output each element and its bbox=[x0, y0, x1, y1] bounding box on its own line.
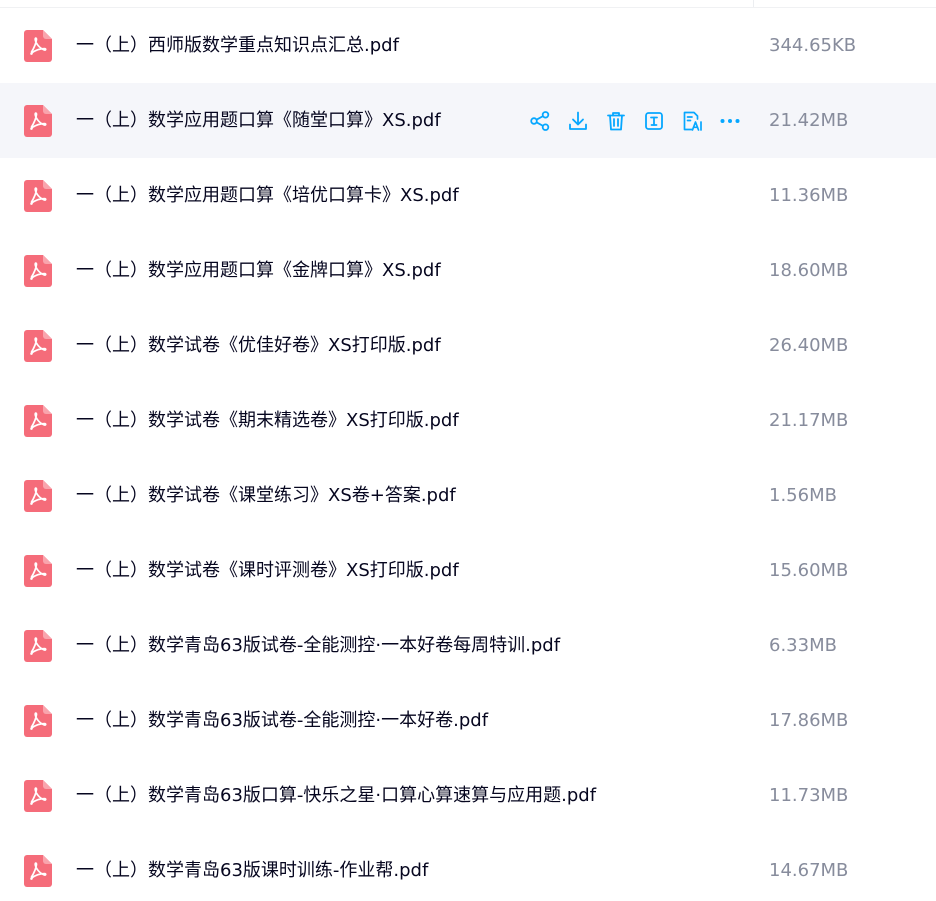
file-size: 6.33MB bbox=[769, 635, 837, 656]
file-size: 21.17MB bbox=[769, 410, 849, 431]
file-size: 344.65KB bbox=[769, 35, 857, 56]
more-icon bbox=[719, 110, 741, 132]
file-name[interactable]: 一（上）数学试卷《课堂练习》XS卷+答案.pdf bbox=[76, 458, 456, 533]
file-row[interactable]: 一（上）数学试卷《期末精选卷》XS打印版.pdf 21.17MB bbox=[0, 383, 936, 458]
file-name[interactable]: 一（上）数学青岛63版试卷-全能测控·一本好卷.pdf bbox=[76, 683, 488, 758]
file-row[interactable]: 一（上）数学试卷《课堂练习》XS卷+答案.pdf 1.56MB bbox=[0, 458, 936, 533]
pdf-icon bbox=[24, 255, 52, 287]
file-row[interactable]: 一（上）数学试卷《优佳好卷》XS打印版.pdf 26.40MB bbox=[0, 308, 936, 383]
file-name[interactable]: 一（上）数学应用题口算《培优口算卡》XS.pdf bbox=[76, 158, 459, 233]
file-name[interactable]: 一（上）西师版数学重点知识点汇总.pdf bbox=[76, 8, 399, 83]
file-size: 14.67MB bbox=[769, 860, 849, 881]
file-size: 1.56MB bbox=[769, 485, 837, 506]
file-name[interactable]: 一（上）数学青岛63版口算-快乐之星·口算心算速算与应用题.pdf bbox=[76, 758, 596, 833]
file-row[interactable]: 一（上）数学青岛63版试卷-全能测控·一本好卷.pdf 17.86MB bbox=[0, 683, 936, 758]
file-row[interactable]: 一（上）数学青岛63版口算-快乐之星·口算心算速算与应用题.pdf 11.73M… bbox=[0, 758, 936, 833]
share-button[interactable] bbox=[527, 108, 553, 134]
delete-icon bbox=[605, 110, 627, 132]
pdf-icon bbox=[24, 555, 52, 587]
file-row[interactable]: 一（上）数学青岛63版课时训练-作业帮.pdf 14.67MB bbox=[0, 833, 936, 901]
pdf-icon bbox=[24, 30, 52, 62]
share-icon bbox=[529, 110, 551, 132]
file-name[interactable]: 一（上）数学试卷《优佳好卷》XS打印版.pdf bbox=[76, 308, 441, 383]
delete-button[interactable] bbox=[603, 108, 629, 134]
pdf-icon bbox=[24, 405, 52, 437]
file-name[interactable]: 一（上）数学青岛63版课时训练-作业帮.pdf bbox=[76, 833, 428, 901]
file-name[interactable]: 一（上）数学应用题口算《随堂口算》XS.pdf bbox=[76, 83, 441, 158]
pdf-icon bbox=[24, 480, 52, 512]
ai-read-button[interactable] bbox=[679, 108, 705, 134]
pdf-icon bbox=[24, 330, 52, 362]
pdf-icon bbox=[24, 105, 52, 137]
file-row[interactable]: 一（上）数学应用题口算《随堂口算》XS.pdf 21.42MB bbox=[0, 83, 936, 158]
extract-text-button[interactable] bbox=[641, 108, 667, 134]
file-size: 18.60MB bbox=[769, 260, 849, 281]
file-row[interactable]: 一（上）数学青岛63版试卷-全能测控·一本好卷每周特训.pdf 6.33MB bbox=[0, 608, 936, 683]
file-row[interactable]: 一（上）数学应用题口算《培优口算卡》XS.pdf 11.36MB bbox=[0, 158, 936, 233]
file-row[interactable]: 一（上）西师版数学重点知识点汇总.pdf 344.65KB bbox=[0, 8, 936, 83]
pdf-icon bbox=[24, 630, 52, 662]
file-size: 17.86MB bbox=[769, 710, 849, 731]
file-list: 一（上）西师版数学重点知识点汇总.pdf 344.65KB 一（上）数学应用题口… bbox=[0, 0, 936, 901]
file-name[interactable]: 一（上）数学青岛63版试卷-全能测控·一本好卷每周特训.pdf bbox=[76, 608, 560, 683]
file-size: 11.73MB bbox=[769, 785, 849, 806]
more-button[interactable] bbox=[717, 108, 743, 134]
file-size: 11.36MB bbox=[769, 185, 849, 206]
ai-document-icon bbox=[680, 110, 704, 132]
pdf-icon bbox=[24, 780, 52, 812]
file-row[interactable]: 一（上）数学应用题口算《金牌口算》XS.pdf 18.60MB bbox=[0, 233, 936, 308]
download-button[interactable] bbox=[565, 108, 591, 134]
column-divider bbox=[753, 0, 754, 7]
file-size: 15.60MB bbox=[769, 560, 849, 581]
file-row[interactable]: 一（上）数学试卷《课时评测卷》XS打印版.pdf 15.60MB bbox=[0, 533, 936, 608]
file-name[interactable]: 一（上）数学试卷《期末精选卷》XS打印版.pdf bbox=[76, 383, 459, 458]
pdf-icon bbox=[24, 180, 52, 212]
row-action-toolbar bbox=[527, 108, 743, 134]
download-icon bbox=[567, 110, 589, 132]
pdf-icon bbox=[24, 855, 52, 887]
file-size: 26.40MB bbox=[769, 335, 849, 356]
pdf-icon bbox=[24, 705, 52, 737]
file-name[interactable]: 一（上）数学试卷《课时评测卷》XS打印版.pdf bbox=[76, 533, 459, 608]
file-name[interactable]: 一（上）数学应用题口算《金牌口算》XS.pdf bbox=[76, 233, 441, 308]
text-extract-icon bbox=[643, 110, 665, 132]
file-size: 21.42MB bbox=[769, 110, 849, 131]
